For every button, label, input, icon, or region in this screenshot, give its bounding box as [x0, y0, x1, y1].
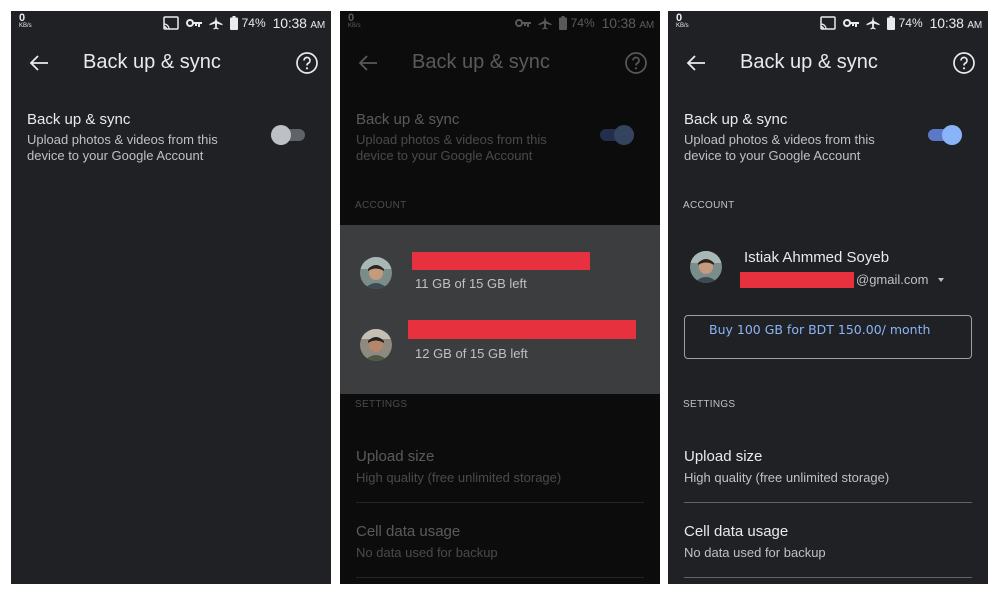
page-title: Back up & sync	[412, 51, 550, 73]
divider	[356, 577, 644, 578]
upload-size-value: High quality (free unlimited storage)	[684, 470, 890, 485]
dropdown-caret-icon	[938, 278, 944, 282]
cell-data-value: No data used for backup	[684, 545, 826, 560]
vpn-key-icon	[514, 19, 531, 27]
divider	[684, 502, 972, 503]
backup-sync-title: Back up & sync	[684, 111, 788, 128]
network-speed: 0 KB/s	[348, 13, 361, 30]
network-speed: 0 KB/s	[676, 13, 689, 30]
network-speed-unit: KB/s	[676, 23, 689, 29]
cast-icon	[162, 16, 179, 30]
battery-icon	[229, 16, 238, 30]
clock-time: 10:38	[929, 15, 964, 31]
backup-sync-switch[interactable]	[928, 124, 962, 145]
backup-sync-description: Upload photos & videos from this device …	[684, 132, 875, 163]
backup-sync-description: Upload photos & videos from this device …	[356, 132, 547, 163]
network-speed-unit: KB/s	[19, 23, 32, 29]
redacted-email	[408, 320, 636, 339]
avatar	[360, 329, 392, 361]
back-arrow-icon[interactable]	[685, 52, 707, 74]
vpn-key-icon	[842, 19, 859, 27]
account-picker-sheet: 11 GB of 15 GB left 12 GB of 15 GB left	[340, 225, 660, 394]
clock-time: 10:38	[272, 15, 307, 31]
cell-data-value: No data used for backup	[356, 545, 498, 560]
buy-storage-button[interactable]: Buy 100 GB for BDT 150.00/ month	[684, 315, 972, 359]
backup-sync-description: Upload photos & videos from this device …	[27, 132, 218, 163]
backup-sync-title: Back up & sync	[27, 111, 131, 128]
vpn-key-icon	[185, 19, 202, 27]
status-bar: 0 KB/s 74% 10:38 AM	[11, 11, 331, 37]
airplane-icon	[209, 16, 223, 30]
back-arrow-icon[interactable]	[357, 52, 379, 74]
cell-data-title: Cell data usage	[684, 523, 789, 540]
cell-data-setting[interactable]: Cell data usage No data used for backup	[668, 523, 988, 579]
airplane-icon	[538, 16, 552, 30]
redacted-email	[412, 252, 590, 270]
upload-size-value: High quality (free unlimited storage)	[356, 470, 562, 485]
backup-sync-setting[interactable]: Back up & sync Upload photos & videos fr…	[11, 107, 331, 167]
battery-icon	[886, 16, 895, 30]
account-name: Istiak Ahmmed Soyeb	[744, 249, 890, 266]
account-switcher[interactable]: @gmail.com	[740, 272, 950, 290]
account-email: @gmail.com	[856, 272, 929, 287]
clock-time: 10:38	[601, 15, 636, 31]
screen-account-picker: 0 KB/s 74% 10:38 AM Back up & sync Back u…	[340, 11, 660, 584]
screen-backup-off: 0 KB/s 74% 10:38 AM Back up & sync Back u…	[11, 11, 331, 584]
app-bar: Back up & sync	[340, 47, 660, 79]
backup-sync-setting[interactable]: Back up & sync Upload photos & videos fr…	[668, 107, 988, 167]
settings-section-label: SETTINGS	[355, 399, 408, 410]
upload-size-title: Upload size	[356, 448, 435, 465]
battery-percentage: 74%	[570, 16, 595, 30]
account-storage: 12 GB of 15 GB left	[415, 346, 528, 361]
divider	[356, 502, 644, 503]
screen-backup-on: 0 KB/s 74% 10:38 AM Back up & sync Back u…	[668, 11, 988, 584]
help-icon[interactable]	[952, 51, 976, 75]
cast-icon	[819, 16, 836, 30]
page-title: Back up & sync	[83, 51, 221, 73]
status-clock: 10:38 AM	[601, 15, 655, 31]
battery-icon	[558, 16, 567, 30]
status-clock: 10:38 AM	[272, 15, 326, 31]
upload-size-setting[interactable]: Upload size High quality (free unlimited…	[668, 448, 988, 504]
battery-percentage: 74%	[898, 16, 923, 30]
account-section-label: ACCOUNT	[355, 200, 407, 211]
airplane-icon	[866, 16, 880, 30]
network-speed-unit: KB/s	[348, 23, 361, 29]
page-title: Back up & sync	[740, 51, 878, 73]
divider	[684, 577, 972, 578]
clock-ampm: AM	[310, 20, 325, 31]
back-arrow-icon[interactable]	[28, 52, 50, 74]
avatar	[360, 257, 392, 289]
cell-data-title: Cell data usage	[356, 523, 461, 540]
settings-section-label: SETTINGS	[683, 399, 736, 410]
clock-ampm: AM	[967, 20, 982, 31]
backup-sync-switch[interactable]	[271, 124, 305, 145]
account-section-label: ACCOUNT	[683, 200, 735, 211]
clock-ampm: AM	[639, 20, 654, 31]
backup-sync-switch[interactable]	[600, 124, 634, 145]
status-clock: 10:38 AM	[929, 15, 983, 31]
account-storage: 11 GB of 15 GB left	[415, 276, 527, 291]
cell-data-setting[interactable]: Cell data usage No data used for backup	[340, 523, 660, 579]
avatar	[690, 251, 722, 283]
status-bar: 0 KB/s 74% 10:38 AM	[340, 11, 660, 37]
redacted-email	[740, 272, 854, 288]
app-bar: Back up & sync	[11, 47, 331, 79]
help-icon[interactable]	[624, 51, 648, 75]
app-bar: Back up & sync	[668, 47, 988, 79]
status-bar: 0 KB/s 74% 10:38 AM	[668, 11, 988, 37]
backup-sync-setting[interactable]: Back up & sync Upload photos & videos fr…	[340, 107, 660, 167]
battery-percentage: 74%	[241, 16, 266, 30]
network-speed: 0 KB/s	[19, 13, 32, 30]
account-option-2[interactable]: 12 GB of 15 GB left	[340, 319, 660, 379]
upload-size-title: Upload size	[684, 448, 763, 465]
upload-size-setting[interactable]: Upload size High quality (free unlimited…	[340, 448, 660, 504]
backup-sync-title: Back up & sync	[356, 111, 460, 128]
help-icon[interactable]	[295, 51, 319, 75]
account-option-1[interactable]: 11 GB of 15 GB left	[340, 249, 660, 309]
